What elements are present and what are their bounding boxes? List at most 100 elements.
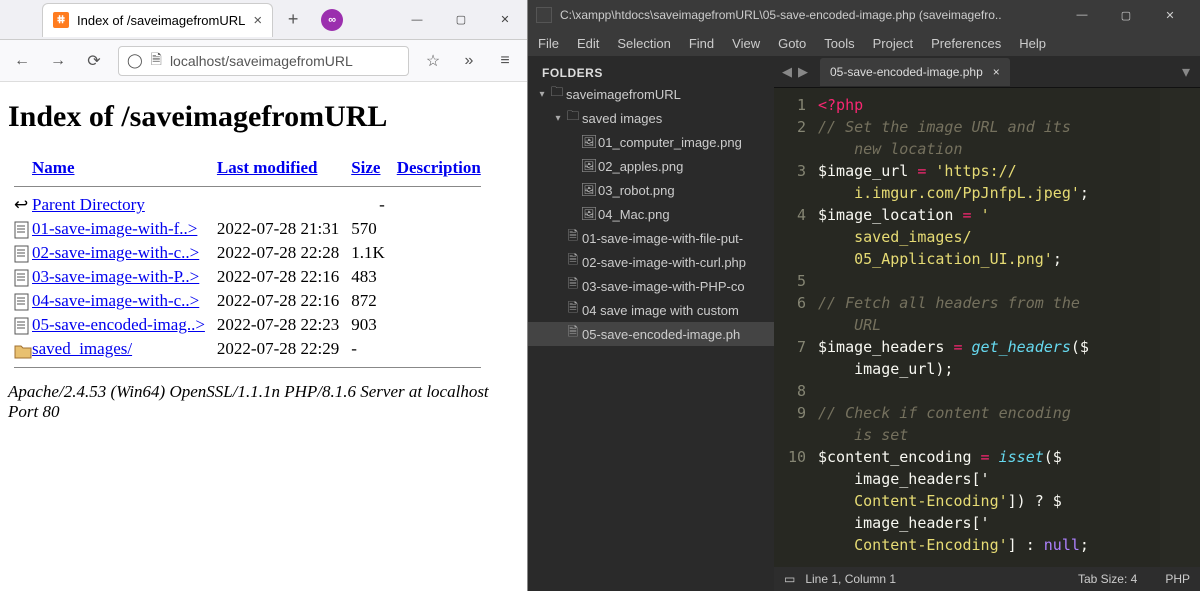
status-bar: ▭ Line 1, Column 1 Tab Size: 4 PHP	[774, 567, 1200, 591]
tree-file[interactable]: 🗎03-save-image-with-PHP-co	[528, 274, 774, 298]
browser-tab[interactable]: ⵌ Index of /saveimagefromURL ×	[42, 3, 273, 37]
tree-folder[interactable]: ▾🗀saved images	[528, 106, 774, 130]
tree-label: 04 save image with custom	[582, 303, 739, 318]
menu-help[interactable]: Help	[1019, 36, 1046, 51]
tree-label: 02-save-image-with-curl.php	[582, 255, 746, 270]
tab-prev-icon[interactable]: ◀	[782, 64, 792, 80]
status-tabsize[interactable]: Tab Size: 4	[1078, 572, 1137, 586]
tree-image[interactable]: 🖼03_robot.png	[528, 178, 774, 202]
file-modified: 2022-07-28 22:29	[211, 337, 345, 361]
menu-project[interactable]: Project	[873, 36, 913, 51]
tree-root[interactable]: ▾🗀saveimagefromURL	[528, 82, 774, 106]
extension-icon[interactable]: ∞	[321, 9, 343, 31]
col-modified[interactable]: Last modified	[217, 158, 318, 177]
code-editor[interactable]: 12345678910 <?php// Set the image URL an…	[774, 88, 1200, 567]
file-size: 570	[345, 217, 391, 241]
editor-maximize-button[interactable]: ▢	[1104, 0, 1148, 30]
tab-close-icon[interactable]: ×	[253, 12, 262, 29]
reload-button[interactable]: ⟳	[82, 49, 106, 73]
tab-next-icon[interactable]: ▶	[798, 64, 808, 80]
table-row: 01-save-image-with-f..> 2022-07-28 21:31…	[8, 217, 487, 241]
minimize-button[interactable]: —	[395, 0, 439, 40]
directory-listing: Name Last modified Size Description ↩ Pa…	[8, 156, 487, 374]
minimap[interactable]	[1160, 88, 1200, 567]
menu-file[interactable]: File	[538, 36, 559, 51]
overflow-button[interactable]: »	[457, 49, 481, 73]
menu-find[interactable]: Find	[689, 36, 714, 51]
browser-window: ⵌ Index of /saveimagefromURL × + ∞ — ▢ ✕…	[0, 0, 528, 591]
xampp-icon: ⵌ	[53, 12, 69, 28]
tree-label: 03-save-image-with-PHP-co	[582, 279, 745, 294]
menu-tools[interactable]: Tools	[824, 36, 854, 51]
status-language[interactable]: PHP	[1165, 572, 1190, 586]
forward-button[interactable]: →	[46, 49, 70, 73]
menu-goto[interactable]: Goto	[778, 36, 806, 51]
file-icon	[8, 265, 26, 289]
file-link[interactable]: 01-save-image-with-f..>	[32, 219, 197, 238]
table-row: 04-save-image-with-c..> 2022-07-28 22:16…	[8, 289, 487, 313]
editor-tab-row: ◀ ▶ 05-save-encoded-image.php × ▾	[774, 56, 1200, 88]
file-icon	[8, 313, 26, 337]
menu-view[interactable]: View	[732, 36, 760, 51]
file-modified: 2022-07-28 22:16	[211, 265, 345, 289]
tree-image[interactable]: 🖼02_apples.png	[528, 154, 774, 178]
file-size: -	[345, 337, 391, 361]
editor-minimize-button[interactable]: —	[1060, 0, 1104, 30]
tree-file[interactable]: 🗎02-save-image-with-curl.php	[528, 250, 774, 274]
file-icon	[8, 241, 26, 265]
parent-link[interactable]: Parent Directory	[32, 195, 145, 214]
gutter: 12345678910	[774, 88, 814, 567]
file-modified: 2022-07-28 22:23	[211, 313, 345, 337]
file-size: 903	[345, 313, 391, 337]
editor-window: C:\xampp\htdocs\saveimagefromURL\05-save…	[528, 0, 1200, 591]
editor-close-button[interactable]: ✕	[1148, 0, 1192, 30]
url-text: localhost/saveimagefromURL	[170, 53, 353, 69]
tab-title: Index of /saveimagefromURL	[77, 13, 245, 28]
back-button[interactable]: ←	[10, 49, 34, 73]
tree-label: 01-save-image-with-file-put-	[582, 231, 743, 246]
col-size[interactable]: Size	[351, 158, 380, 177]
tree-image[interactable]: 🖼01_computer_image.png	[528, 130, 774, 154]
file-size: 483	[345, 265, 391, 289]
col-desc[interactable]: Description	[397, 158, 481, 177]
bookmark-button[interactable]: ☆	[421, 49, 445, 73]
file-link[interactable]: 05-save-encoded-imag..>	[32, 315, 205, 334]
tree-file[interactable]: 🗎05-save-encoded-image.ph	[528, 322, 774, 346]
editor-tab[interactable]: 05-save-encoded-image.php ×	[820, 58, 1010, 86]
console-icon[interactable]: ▭	[784, 572, 795, 586]
table-row: saved_images/ 2022-07-28 22:29 -	[8, 337, 487, 361]
code-text[interactable]: <?php// Set the image URL and its new lo…	[814, 88, 1160, 567]
menu-selection[interactable]: Selection	[617, 36, 670, 51]
file-link[interactable]: 04-save-image-with-c..>	[32, 291, 199, 310]
tree-image[interactable]: 🖼04_Mac.png	[528, 202, 774, 226]
maximize-button[interactable]: ▢	[439, 0, 483, 40]
file-link[interactable]: saved_images/	[32, 339, 132, 358]
status-position[interactable]: Line 1, Column 1	[805, 572, 896, 586]
menu-preferences[interactable]: Preferences	[931, 36, 1001, 51]
file-icon	[8, 217, 26, 241]
new-tab-button[interactable]: +	[279, 6, 307, 34]
browser-tabstrip: ⵌ Index of /saveimagefromURL × + ∞ — ▢ ✕	[0, 0, 527, 40]
close-button[interactable]: ✕	[483, 0, 527, 40]
col-name[interactable]: Name	[32, 158, 74, 177]
file-link[interactable]: 02-save-image-with-c..>	[32, 243, 199, 262]
file-size: 872	[345, 289, 391, 313]
file-link[interactable]: 03-save-image-with-P..>	[32, 267, 199, 286]
chevron-down-icon[interactable]: ▾	[1172, 62, 1200, 82]
tree-file[interactable]: 🗎04 save image with custom	[528, 298, 774, 322]
editor-tab-label: 05-save-encoded-image.php	[830, 65, 983, 79]
url-input[interactable]: ◯ 🗎 localhost/saveimagefromURL	[118, 46, 409, 76]
menu-button[interactable]: ≡	[493, 49, 517, 73]
editor-menubar: File Edit Selection Find View Goto Tools Projec…	[528, 30, 1200, 56]
menu-edit[interactable]: Edit	[577, 36, 599, 51]
page-title: Index of /saveimagefromURL	[8, 100, 519, 134]
editor-tab-close-icon[interactable]: ×	[993, 65, 1000, 79]
sublime-icon	[536, 7, 552, 23]
tree-file[interactable]: 🗎01-save-image-with-file-put-	[528, 226, 774, 250]
editor-title: C:\xampp\htdocs\saveimagefromURL\05-save…	[560, 8, 1002, 22]
file-modified: 2022-07-28 22:16	[211, 289, 345, 313]
table-row: 05-save-encoded-imag..> 2022-07-28 22:23…	[8, 313, 487, 337]
folder-icon	[8, 337, 26, 361]
table-row: 02-save-image-with-c..> 2022-07-28 22:28…	[8, 241, 487, 265]
parent-row: ↩ Parent Directory -	[8, 193, 487, 217]
